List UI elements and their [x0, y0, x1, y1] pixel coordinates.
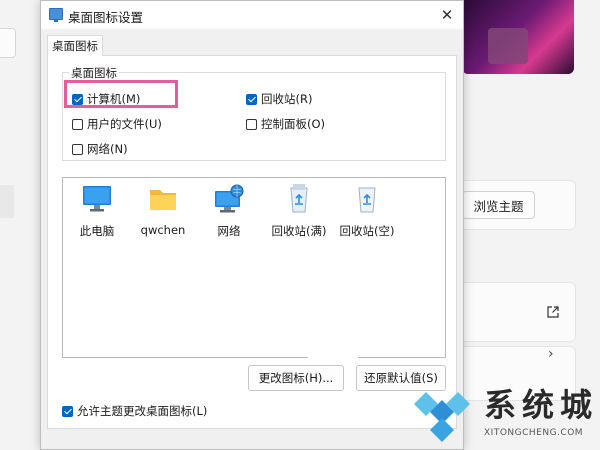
- icon-item-user-folder[interactable]: qwchen: [131, 184, 195, 237]
- folder-icon: [150, 190, 176, 210]
- checkbox-checked-icon[interactable]: [62, 405, 73, 417]
- title-bar[interactable]: 桌面图标设置 ✕: [41, 1, 463, 29]
- recycle-bin-empty-icon: [358, 187, 376, 213]
- theme-preview-thumbnail[interactable]: [462, 0, 574, 74]
- icon-label: 网络: [217, 224, 241, 238]
- tab-panel: 桌面图标 计算机(M) 回收站(R) 用户的文件(U) 控制面板(O) 网络(N…: [47, 55, 457, 429]
- monitor-icon: [49, 8, 63, 22]
- icon-item-network[interactable]: 网络: [197, 184, 261, 239]
- watermark: 系统城 XITONGCHENG.COM: [406, 378, 600, 450]
- icon-item-this-pc[interactable]: 此电脑: [65, 184, 129, 239]
- checkbox-unchecked-icon[interactable]: [246, 118, 257, 130]
- network-icon: [215, 184, 244, 213]
- monitor-icon: [83, 186, 111, 212]
- checkbox-checked-icon[interactable]: [246, 93, 257, 105]
- watermark-logo-icon: [414, 392, 470, 442]
- close-button[interactable]: ✕: [435, 3, 459, 27]
- checkbox-allow-theme[interactable]: 允许主题更改桌面图标(L): [62, 403, 207, 419]
- change-icon-button[interactable]: 更改图标(H)...: [248, 365, 344, 391]
- checkbox-user-files[interactable]: 用户的文件(U): [72, 116, 162, 132]
- external-link-icon[interactable]: [546, 305, 560, 319]
- icon-label: qwchen: [140, 223, 186, 237]
- checkbox-computer[interactable]: 计算机(M): [72, 91, 140, 107]
- checkbox-network[interactable]: 网络(N): [72, 141, 128, 157]
- desktop-icon-settings-dialog: 桌面图标设置 ✕ 桌面图标 桌面图标 计算机(M) 回收站(R) 用户的文件(U…: [40, 0, 464, 450]
- checkbox-unchecked-icon[interactable]: [72, 118, 83, 130]
- icon-label: 此电脑: [79, 224, 115, 238]
- background-left-strip: [0, 185, 14, 218]
- checkbox-label: 允许主题更改桌面图标(L): [77, 404, 208, 418]
- dialog-title: 桌面图标设置: [68, 10, 144, 25]
- group-label: 桌面图标: [69, 65, 119, 81]
- checkbox-label: 计算机(M): [87, 92, 141, 106]
- watermark-url: XITONGCHENG.COM: [484, 428, 584, 438]
- checkbox-label: 控制面板(O): [261, 117, 326, 131]
- background-left-button[interactable]: [0, 28, 16, 58]
- icon-label: 回收站(满): [271, 224, 327, 238]
- checkbox-label: 网络(N): [87, 142, 128, 156]
- checkbox-label: 用户的文件(U): [87, 117, 162, 131]
- tab-desktop-icons[interactable]: 桌面图标: [47, 35, 103, 56]
- icon-item-recycle-bin-empty[interactable]: 回收站(空): [335, 184, 399, 239]
- checkbox-label: 回收站(R): [261, 92, 313, 106]
- checkbox-recycle-bin[interactable]: 回收站(R): [246, 91, 312, 107]
- browse-themes-button[interactable]: 浏览主题: [462, 191, 535, 219]
- chevron-right-icon[interactable]: ›: [548, 346, 554, 362]
- watermark-text: 系统城: [484, 386, 599, 424]
- checkbox-unchecked-icon[interactable]: [72, 143, 83, 155]
- checkbox-checked-icon[interactable]: [72, 93, 83, 105]
- icon-item-recycle-bin-full[interactable]: 回收站(满): [267, 184, 331, 239]
- recycle-bin-full-icon: [290, 184, 308, 213]
- checkbox-control-panel[interactable]: 控制面板(O): [246, 116, 325, 132]
- icon-label: 回收站(空): [339, 224, 395, 238]
- icon-list: 此电脑 qwchen 网络 回收站(满) 回收站(空): [62, 177, 446, 359]
- list-bottom-gap: [308, 355, 358, 359]
